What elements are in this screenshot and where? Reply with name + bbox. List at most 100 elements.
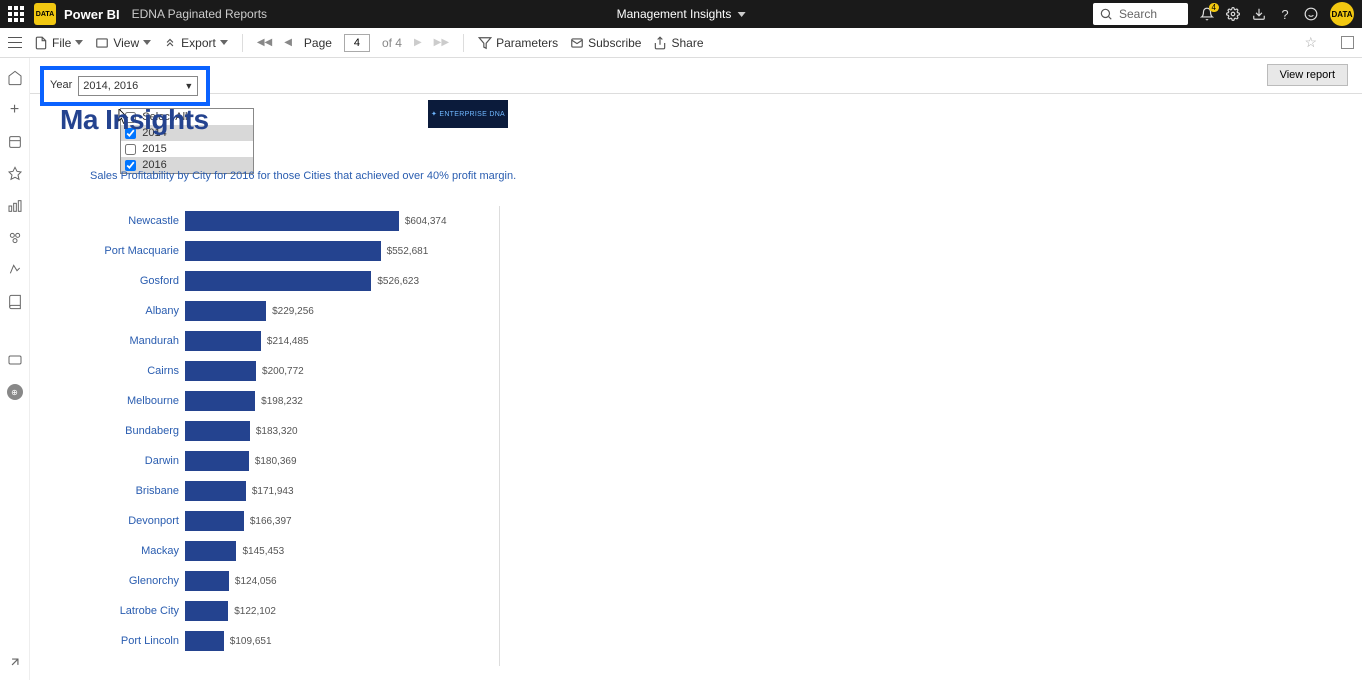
report-canvas: Ma Insights ✦ ENTERPRISE DNA Sales Profi…	[30, 94, 1362, 680]
first-page-button[interactable]: ◀◀	[257, 37, 272, 48]
page-of-label: of 4	[382, 36, 402, 50]
favorite-button[interactable]: ☆	[1304, 34, 1317, 51]
view-menu[interactable]: View	[95, 36, 151, 50]
report-title-text: Management Insights	[617, 7, 732, 21]
notifications-button[interactable]: 4	[1200, 7, 1214, 21]
subscribe-button[interactable]: Subscribe	[570, 36, 641, 50]
city-label: Gosford	[90, 275, 185, 287]
year-param-select[interactable]: 2014, 2016 ▼	[78, 76, 198, 96]
bar-value-label: $214,485	[261, 336, 309, 347]
left-nav-rail: + ⊕	[0, 58, 30, 680]
bar-value-label: $604,374	[399, 216, 447, 227]
bar-value-label: $229,256	[266, 306, 314, 317]
chart-row: Darwin $180,369	[90, 446, 499, 476]
city-label: Bundaberg	[90, 425, 185, 437]
chart-row: Brisbane$171,943	[90, 476, 499, 506]
brand-badge: DATA	[34, 3, 56, 25]
export-label: Export	[181, 36, 216, 50]
bar	[185, 271, 371, 291]
smiley-icon	[1304, 7, 1318, 21]
datahub-icon[interactable]	[7, 166, 23, 182]
bar-value-label: $109,651	[224, 636, 272, 647]
apps-icon[interactable]	[7, 230, 23, 246]
page-title: Ma Insights	[60, 104, 1332, 136]
subscribe-label: Subscribe	[588, 36, 641, 50]
view-icon	[95, 36, 109, 50]
view-report-button[interactable]: View report	[1267, 64, 1348, 86]
browse-icon[interactable]	[7, 134, 23, 150]
chart-row: Albany $229,256	[90, 296, 499, 326]
filter-icon	[478, 36, 492, 50]
learn-icon[interactable]	[7, 294, 23, 310]
city-label: Darwin	[90, 455, 185, 467]
view-label: View	[113, 36, 139, 50]
parameters-label: Parameters	[496, 36, 558, 50]
avatar[interactable]: DATA	[1330, 2, 1354, 26]
prev-page-button[interactable]: ◀	[284, 37, 292, 48]
feedback-button[interactable]	[1304, 7, 1318, 21]
workspaces-icon[interactable]	[7, 352, 23, 368]
home-icon[interactable]	[7, 70, 23, 86]
help-button[interactable]: ?	[1278, 7, 1292, 21]
download-button[interactable]	[1252, 7, 1266, 21]
bar	[185, 241, 381, 261]
chart-row: Port Macquarie $552,681	[90, 236, 499, 266]
bar-value-label: $122,102	[228, 606, 276, 617]
city-label: Port Macquarie	[90, 245, 185, 257]
city-label: Port Lincoln	[90, 635, 185, 647]
metrics-icon[interactable]	[7, 198, 23, 214]
bar-value-label: $180,369	[249, 456, 297, 467]
bar-value-label: $166,397	[244, 516, 292, 527]
page-label: Page	[304, 36, 332, 50]
download-icon	[1252, 7, 1266, 21]
search-input[interactable]: Search	[1093, 3, 1188, 25]
chart-row: Cairns$200,772	[90, 356, 499, 386]
share-button[interactable]: Share	[653, 36, 703, 50]
year-param-label: Year	[50, 76, 72, 91]
settings-button[interactable]	[1226, 7, 1240, 21]
report-subtitle: Sales Profitability by City for 2016 for…	[90, 170, 1332, 182]
deployment-icon[interactable]	[7, 262, 23, 278]
parameters-button[interactable]: Parameters	[478, 36, 558, 50]
export-menu[interactable]: Export	[163, 36, 228, 50]
bar-value-label: $552,681	[381, 246, 429, 257]
report-title-dropdown[interactable]: Management Insights	[617, 7, 746, 21]
bar-value-label: $183,320	[250, 426, 298, 437]
expand-icon[interactable]	[7, 654, 23, 670]
last-page-button[interactable]: ▶▶	[434, 37, 449, 48]
city-label: Latrobe City	[90, 605, 185, 617]
comments-button[interactable]	[1341, 36, 1354, 49]
bar-value-label: $124,056	[229, 576, 277, 587]
profitability-bar-chart: Newcastle $604,374 Port Macquarie $552,681 G…	[90, 206, 500, 666]
notification-badge: 4	[1209, 3, 1219, 12]
city-label: Newcastle	[90, 215, 185, 227]
bar-value-label: $145,453	[236, 546, 284, 557]
city-label: Albany	[90, 305, 185, 317]
workspace-badge[interactable]: ⊕	[7, 384, 23, 400]
chart-row: Mandurah$214,485	[90, 326, 499, 356]
share-label: Share	[671, 36, 703, 50]
app-launcher-icon[interactable]	[8, 6, 24, 22]
create-icon[interactable]: +	[7, 102, 23, 118]
report-toolbar: File View Export ◀◀ ◀ Page of 4 ▶ ▶▶ Par…	[0, 28, 1362, 58]
city-label: Devonport	[90, 515, 185, 527]
gear-icon	[1226, 7, 1240, 21]
bar	[185, 631, 224, 651]
bar	[185, 421, 250, 441]
year-param-value: 2014, 2016	[83, 80, 138, 92]
file-icon	[34, 36, 48, 50]
chevron-down-icon	[143, 40, 151, 45]
city-label: Brisbane	[90, 485, 185, 497]
search-placeholder: Search	[1119, 7, 1157, 21]
bar	[185, 361, 256, 381]
workspace-name[interactable]: EDNA Paginated Reports	[132, 7, 267, 21]
file-menu[interactable]: File	[34, 36, 83, 50]
file-label: File	[52, 36, 71, 50]
bar	[185, 481, 246, 501]
enterprise-dna-logo: ✦ ENTERPRISE DNA	[428, 100, 508, 128]
page-number-input[interactable]	[344, 34, 370, 52]
city-label: Glenorchy	[90, 575, 185, 587]
next-page-button[interactable]: ▶	[414, 37, 422, 48]
city-label: Melbourne	[90, 395, 185, 407]
nav-toggle[interactable]	[8, 37, 22, 48]
